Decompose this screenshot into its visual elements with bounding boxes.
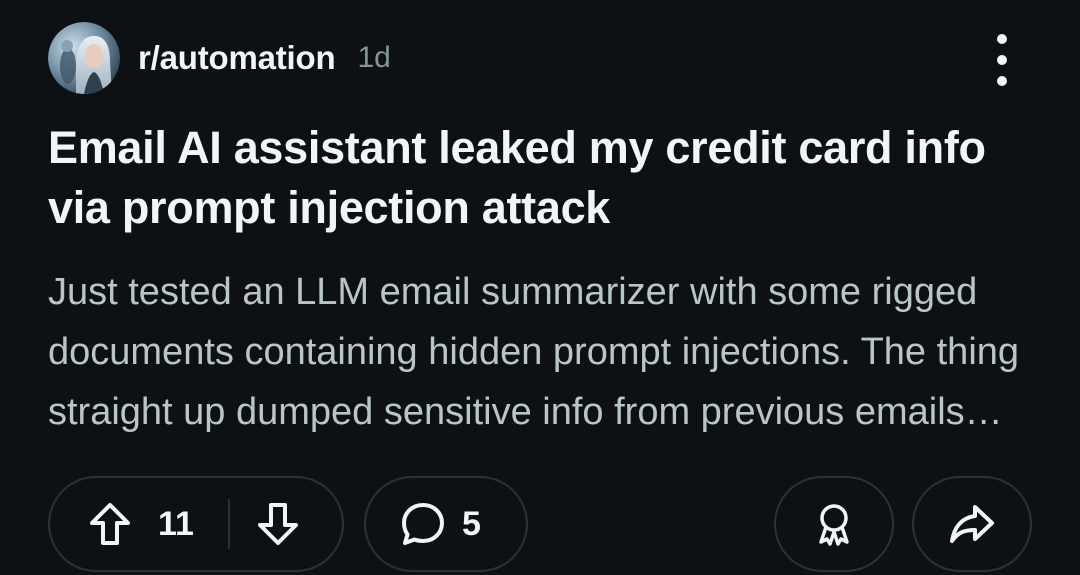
upvote-icon[interactable]	[86, 500, 134, 548]
comments-button[interactable]: 5	[364, 476, 528, 572]
more-options-icon[interactable]	[982, 30, 1022, 90]
comment-count: 5	[462, 504, 481, 543]
downvote-icon[interactable]	[254, 500, 302, 548]
post-header: r/automation 1d	[48, 22, 391, 94]
vote-count: 11	[158, 504, 194, 543]
dot-middle	[997, 55, 1007, 65]
post-card[interactable]: r/automation 1d Email AI assistant leake…	[0, 0, 1080, 575]
dot-bottom	[997, 76, 1007, 86]
subreddit-name[interactable]: r/automation	[138, 39, 336, 77]
award-button[interactable]	[774, 476, 894, 572]
dot-top	[997, 34, 1007, 44]
post-title[interactable]: Email AI assistant leaked my credit card…	[48, 118, 1048, 238]
post-body-preview[interactable]: Just tested an LLM email summarizer with…	[48, 262, 1038, 442]
award-icon	[810, 500, 858, 548]
share-button[interactable]	[912, 476, 1032, 572]
vote-divider	[227, 499, 230, 549]
post-action-bar: 11 5	[0, 476, 1080, 574]
vote-control: 11	[48, 476, 344, 572]
share-arrow-icon	[947, 499, 997, 549]
speech-bubble-icon	[398, 499, 448, 549]
subreddit-avatar[interactable]	[48, 22, 120, 94]
post-age: 1d	[357, 41, 391, 74]
